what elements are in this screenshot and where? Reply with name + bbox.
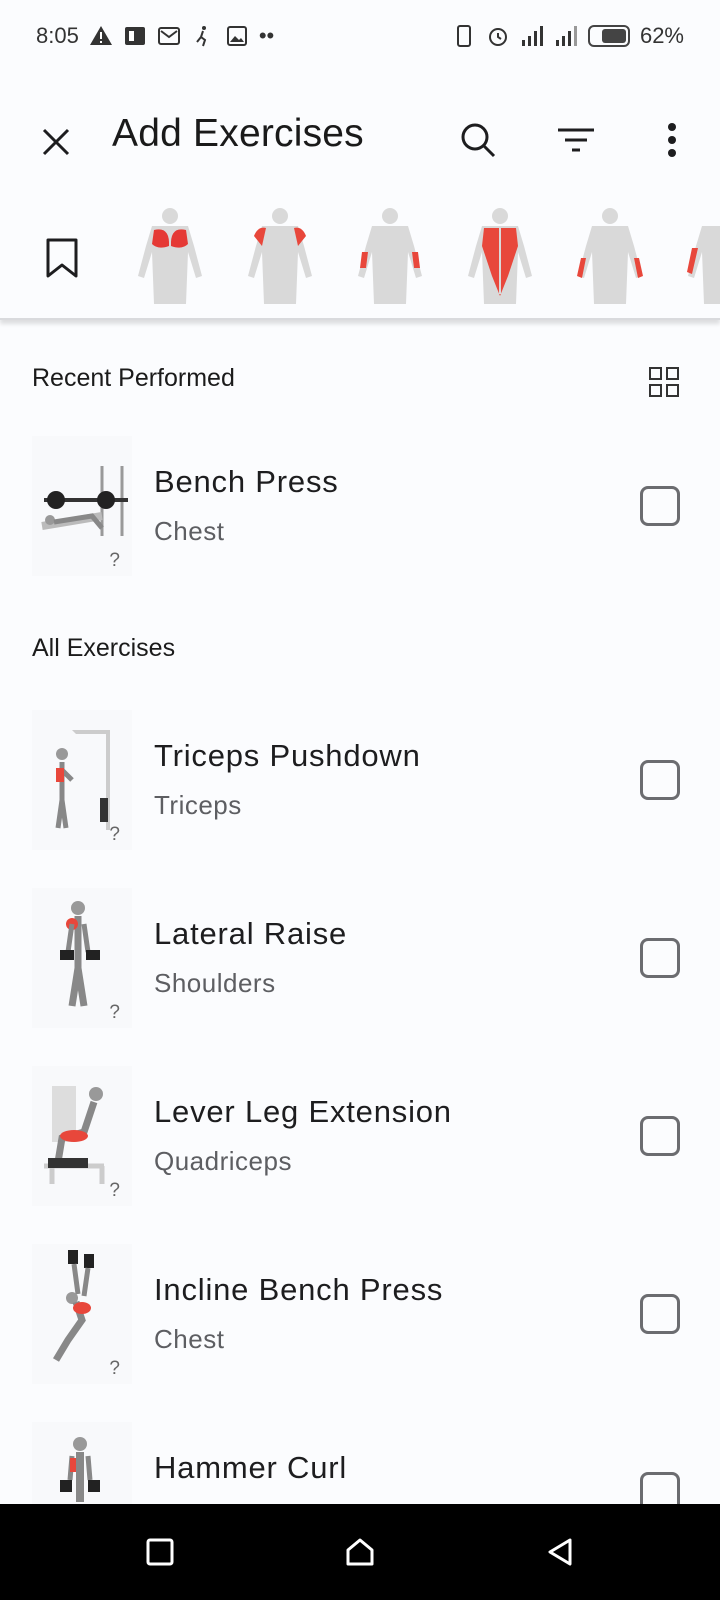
more-options-button[interactable] xyxy=(648,116,696,164)
list-item[interactable]: ? Lever Leg Extension Quadriceps xyxy=(0,1066,720,1216)
all-section-header: All Exercises xyxy=(32,634,176,662)
vibrate-icon xyxy=(456,25,471,47)
app-bar: Add Exercises xyxy=(0,90,720,186)
gallery-icon xyxy=(226,26,247,46)
chest-muscle-icon[interactable] xyxy=(130,206,210,306)
exercise-checkbox[interactable] xyxy=(640,938,680,978)
exercise-checkbox[interactable] xyxy=(640,1294,680,1334)
warning-icon xyxy=(89,26,112,45)
list-item[interactable]: ? Lateral Raise Shoulders xyxy=(0,888,720,1038)
exercise-checkbox[interactable] xyxy=(640,760,680,800)
exercise-name: Incline Bench Press xyxy=(154,1272,444,1307)
list-item[interactable]: ? Bench Press Chest xyxy=(0,436,720,586)
home-button[interactable] xyxy=(340,1532,380,1572)
list-item[interactable]: ? Triceps Pushdown Triceps xyxy=(0,710,720,860)
list-item[interactable]: ? Incline Bench Press Chest xyxy=(0,1244,720,1394)
signal-icon-2 xyxy=(555,26,577,46)
exercise-name: Hammer Curl xyxy=(154,1450,348,1485)
exercise-muscle: Triceps xyxy=(154,790,242,820)
close-button[interactable] xyxy=(32,118,80,166)
exercise-muscle: Shoulders xyxy=(154,968,276,998)
help-icon[interactable]: ? xyxy=(109,550,120,572)
battery-icon xyxy=(587,25,630,47)
battery-percent: 62% xyxy=(639,23,684,48)
exercise-checkbox[interactable] xyxy=(640,1116,680,1156)
forearms-muscle-icon[interactable] xyxy=(570,206,650,306)
alarm-icon xyxy=(488,28,507,46)
exercise-thumbnail[interactable]: ? xyxy=(32,888,132,1028)
shoulders-muscle-icon[interactable] xyxy=(240,206,320,306)
recents-button[interactable] xyxy=(140,1532,180,1572)
search-icon xyxy=(461,123,496,158)
recents-icon xyxy=(146,1538,174,1566)
system-nav-bar xyxy=(0,1504,720,1600)
exercise-name: Bench Press xyxy=(154,464,339,499)
exercise-thumbnail[interactable]: ? xyxy=(32,1066,132,1206)
exercise-thumbnail[interactable]: ? xyxy=(32,436,132,576)
recent-section-header: Recent Performed xyxy=(32,364,235,392)
status-time: 8:05 xyxy=(36,23,79,48)
back-button[interactable] xyxy=(540,1532,580,1572)
more-vert-icon xyxy=(668,123,676,157)
status-bar: 8:05 •• 62% xyxy=(0,0,720,72)
muscle-filter-strip[interactable] xyxy=(0,196,720,320)
exercise-checkbox[interactable] xyxy=(640,486,680,526)
mail-icon xyxy=(157,27,180,45)
signal-icon xyxy=(521,26,543,46)
exercise-muscle: Chest xyxy=(154,1324,225,1354)
help-icon[interactable]: ? xyxy=(109,1180,120,1202)
back-icon xyxy=(548,1538,572,1566)
more-notifications-icon: •• xyxy=(258,23,275,48)
page-title: Add Exercises xyxy=(112,112,364,155)
search-button[interactable] xyxy=(454,116,502,164)
exercise-name: Triceps Pushdown xyxy=(154,738,421,773)
help-icon[interactable]: ? xyxy=(109,1358,120,1380)
triceps-muscle-icon[interactable] xyxy=(680,206,720,306)
exercise-thumbnail[interactable]: ? xyxy=(32,710,132,850)
help-icon[interactable]: ? xyxy=(109,824,120,846)
back-muscle-icon[interactable] xyxy=(460,206,540,306)
biceps-muscle-icon[interactable] xyxy=(350,206,430,306)
home-icon xyxy=(346,1538,374,1566)
bookmark-button[interactable] xyxy=(38,232,86,284)
exercise-muscle: Chest xyxy=(154,516,225,546)
help-icon[interactable]: ? xyxy=(109,1002,120,1024)
bookmark-icon xyxy=(46,238,78,278)
filter-button[interactable] xyxy=(552,116,600,164)
grid-view-icon[interactable] xyxy=(648,366,680,398)
exercise-muscle: Quadriceps xyxy=(154,1146,292,1176)
activity-icon xyxy=(196,26,207,47)
exercise-name: Lateral Raise xyxy=(154,916,348,951)
close-icon xyxy=(42,128,70,156)
exercise-thumbnail[interactable]: ? xyxy=(32,1244,132,1384)
exercise-name: Lever Leg Extension xyxy=(154,1094,452,1129)
filter-icon xyxy=(558,128,594,152)
app-notification-icon xyxy=(124,27,145,45)
